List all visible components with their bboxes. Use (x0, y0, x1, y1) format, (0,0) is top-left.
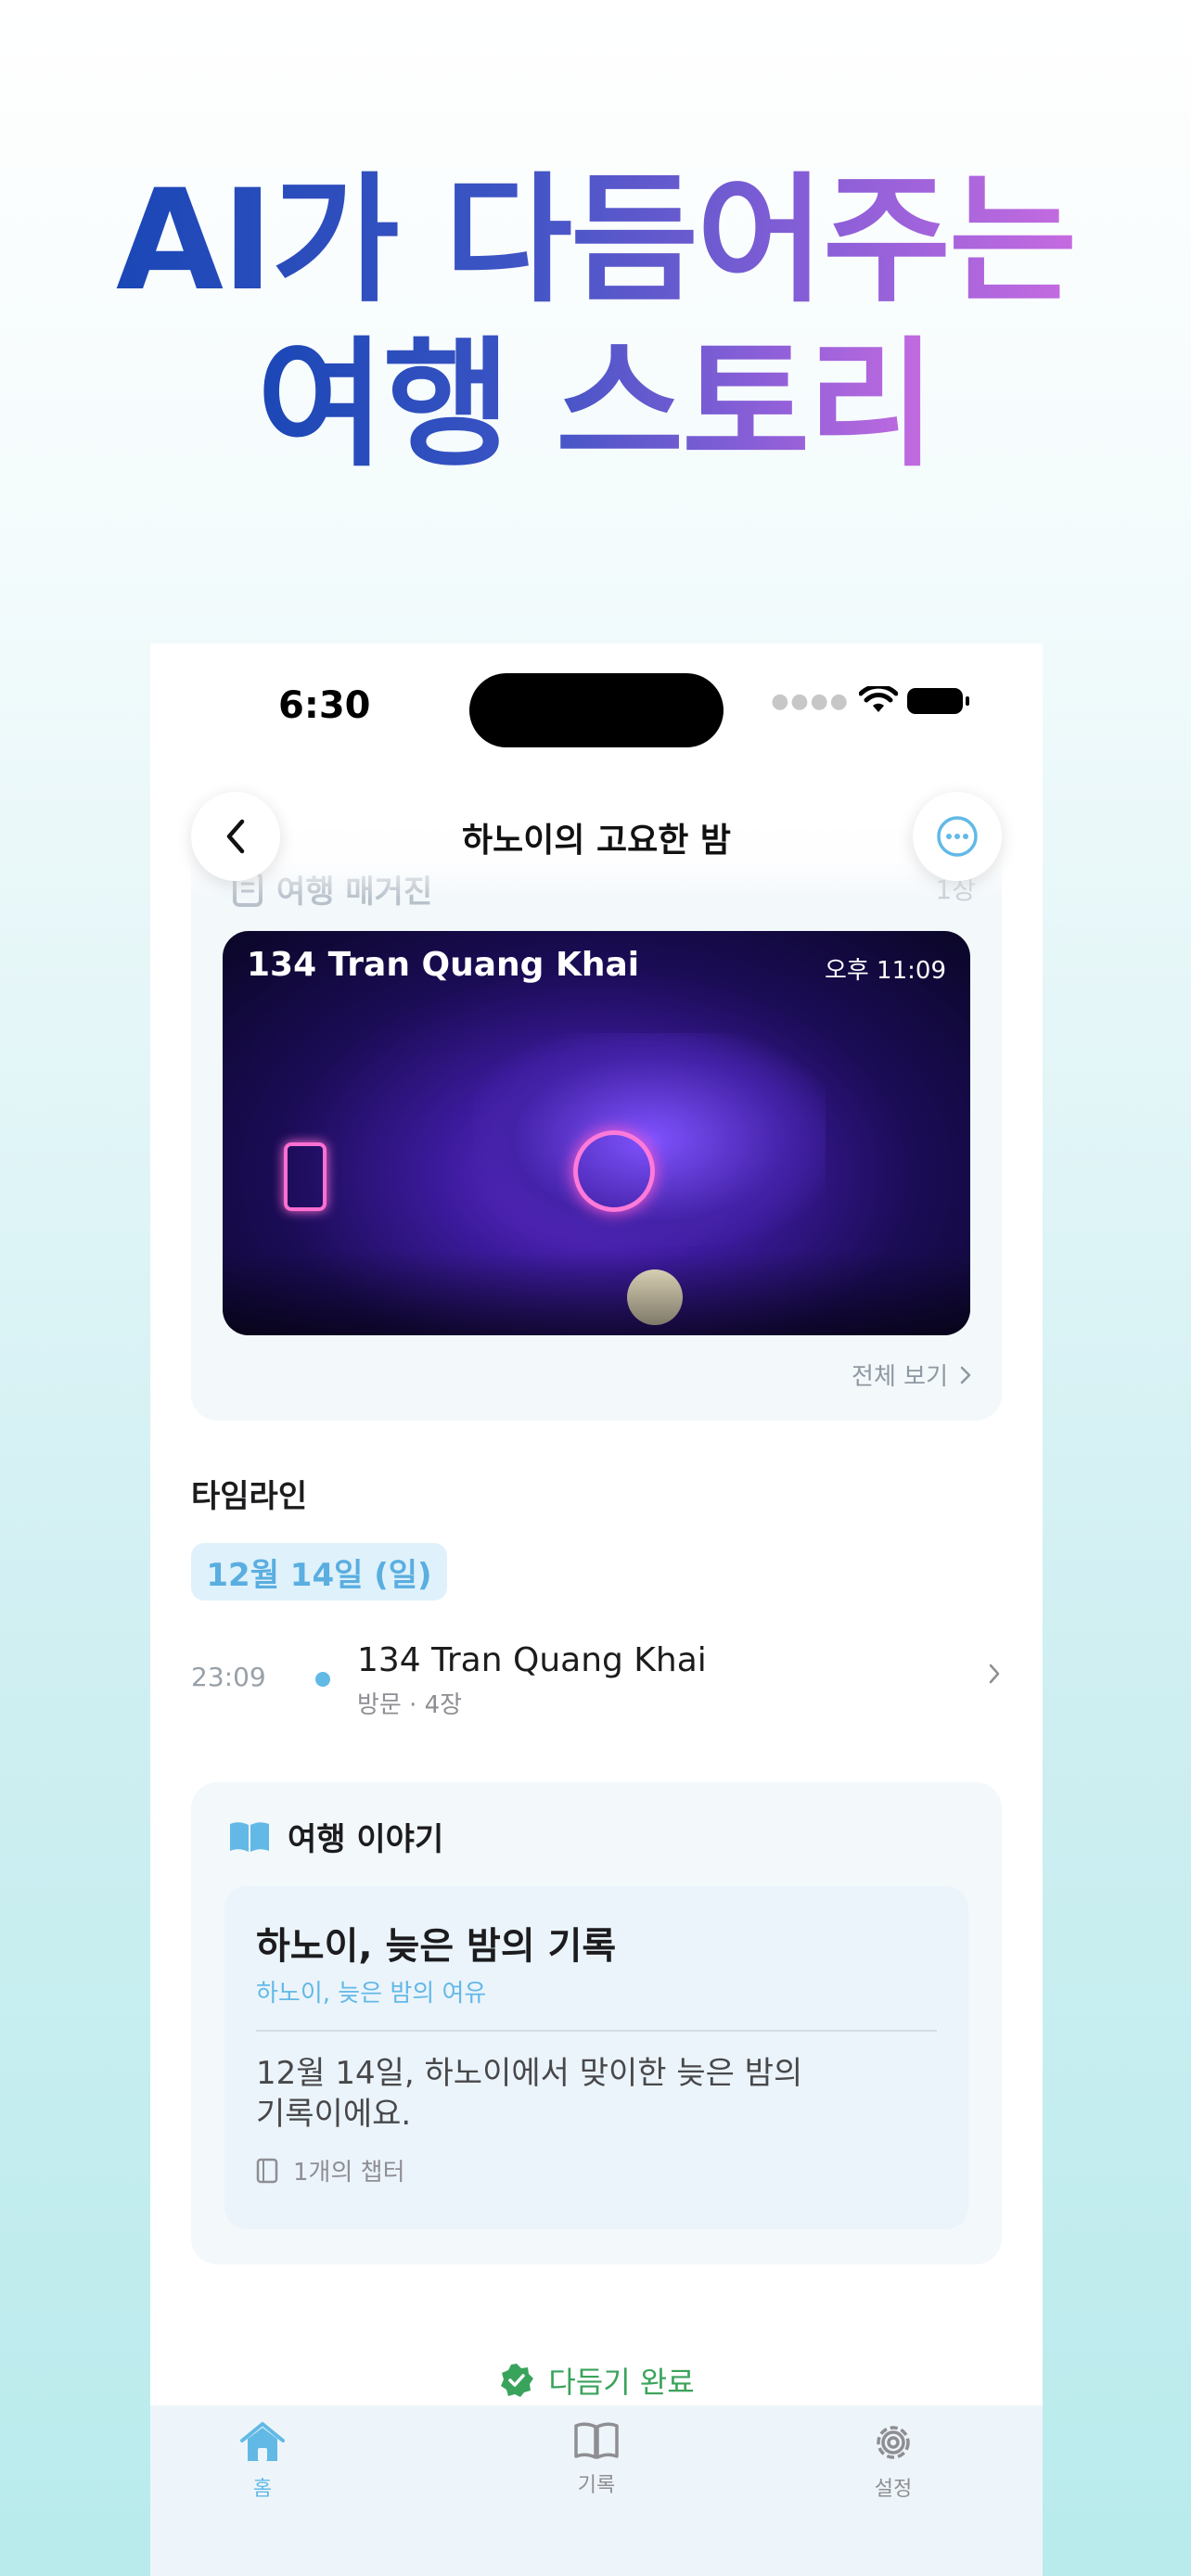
chapter-book-icon (256, 2158, 278, 2183)
refine-done-label: 다듬기 완료 (548, 2365, 695, 2400)
photo-time: 오후 11:09 (824, 957, 946, 985)
tab-home[interactable]: 홈 (198, 2420, 327, 2502)
status-icons: ●●●● (771, 686, 969, 716)
open-book-icon (230, 1821, 269, 1852)
timeline-entry[interactable]: 23:09 134 Tran Quang Khai 방문 · 4장 (150, 1626, 1043, 1738)
story-title: 하노이, 늦은 밤의 기록 (256, 1925, 617, 1968)
story-subtitle: 하노이, 늦은 밤의 여유 (256, 1980, 487, 2008)
wifi-icon (859, 686, 898, 712)
gear-icon (877, 2426, 910, 2459)
tab-settings[interactable]: 설정 (828, 2420, 958, 2502)
photo-neon-sign-side (284, 1142, 327, 1211)
view-all-link[interactable]: 전체 보기 (852, 1358, 972, 1392)
headline-line-2: 여행 스토리 (256, 325, 936, 486)
magazine-photo[interactable]: 134 Tran Quang Khai 오후 11:09 (223, 931, 970, 1335)
battery-icon (907, 688, 969, 714)
chevron-right-icon (989, 1664, 1000, 1684)
home-icon (240, 2422, 285, 2461)
view-all-label: 전체 보기 (852, 1363, 948, 1391)
signal-icon: ●●●● (771, 689, 850, 713)
story-chapters-label: 1개의 챕터 (293, 2159, 405, 2187)
timeline-entry-time: 23:09 (191, 1662, 266, 1692)
photo-neon-sign (573, 1130, 655, 1212)
phone-screen: 6:30 ●●●● 여행 매거진 1장 134 Tran Quang Khai … (150, 644, 1043, 2576)
check-badge-icon (501, 2364, 534, 2397)
story-body: 12월 14일, 하노이에서 맞이한 늦은 밤의 기록이에요. (256, 2055, 803, 2133)
chevron-right-icon (960, 1366, 971, 1384)
photo-crowd-shade (223, 1252, 970, 1335)
dynamic-island (469, 673, 724, 747)
story-section-title: 여행 이야기 (288, 1821, 444, 1858)
timeline-dot-icon (315, 1672, 330, 1687)
tab-settings-label: 설정 (874, 2478, 913, 2501)
story-chapters: 1개의 챕터 (256, 2153, 405, 2187)
refine-done-status: 다듬기 완료 (150, 2359, 1043, 2402)
tab-records[interactable]: 기록 (531, 2420, 661, 2498)
headline-line-1: AI가 다듬어주는 (115, 160, 1077, 322)
more-icon (937, 816, 978, 857)
timeline-title: 타임라인 (191, 1478, 308, 1515)
story-divider (256, 2030, 937, 2032)
timeline-entry-place: 134 Tran Quang Khai (357, 1641, 707, 1679)
timeline-entry-meta: 방문 · 4장 (357, 1691, 463, 1719)
photo-stage-glow (473, 1033, 826, 1246)
status-time: 6:30 (278, 684, 371, 727)
photo-place: 134 Tran Quang Khai (247, 946, 640, 984)
tab-records-label: 기록 (577, 2474, 616, 2497)
status-bar: 6:30 ●●●● (150, 644, 1043, 769)
timeline-date-chip[interactable]: 12월 14일 (일) (191, 1543, 447, 1600)
tab-home-label: 홈 (252, 2478, 273, 2501)
book-icon (574, 2422, 619, 2459)
nav-title: 하노이의 고요한 밤 (461, 822, 732, 860)
more-button[interactable] (913, 792, 1002, 881)
story-header: 여행 이야기 (228, 1814, 443, 1859)
